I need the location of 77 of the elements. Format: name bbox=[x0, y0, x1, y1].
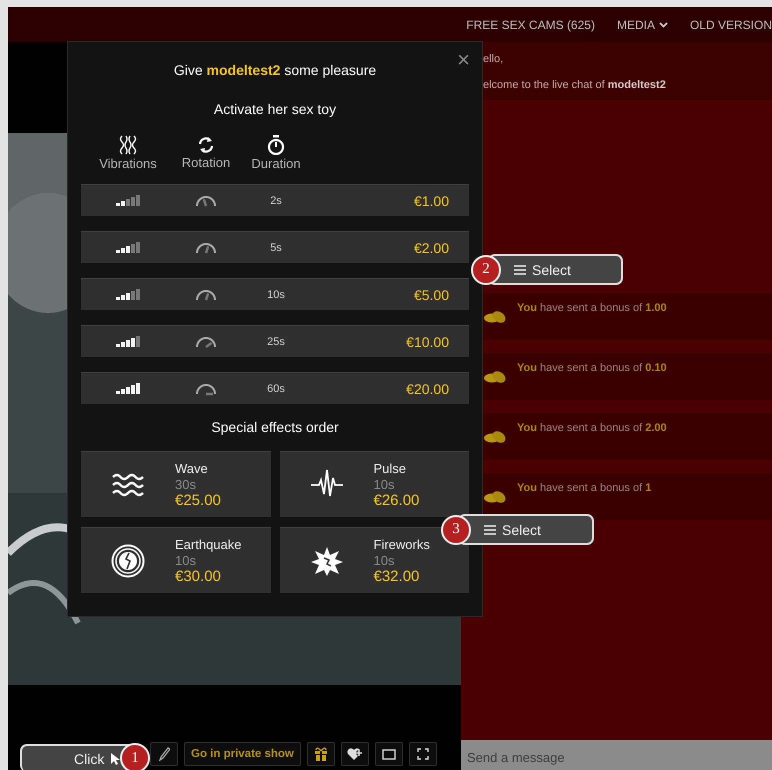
chat-message: You have sent a bonus of 1 bbox=[517, 482, 652, 494]
pen-button[interactable] bbox=[150, 742, 178, 766]
effect-price: €25.00 bbox=[175, 492, 221, 508]
duration-text: 5s bbox=[269, 242, 283, 254]
message-input[interactable]: Send a message bbox=[461, 740, 772, 770]
price-text: €10.00 bbox=[405, 334, 450, 350]
column-header: Vibrations bbox=[99, 156, 157, 171]
price-text: €1.00 bbox=[412, 192, 450, 208]
signal-bars-icon bbox=[116, 288, 140, 300]
effect-duration: 10s bbox=[175, 552, 196, 568]
section-heading: Activate her sex toy bbox=[212, 101, 338, 119]
toy-level-row[interactable]: 2s €1.00 bbox=[81, 184, 469, 216]
effect-price: €26.00 bbox=[374, 492, 420, 508]
nav-link[interactable]: MEDIA bbox=[616, 18, 668, 32]
column-header: Rotation bbox=[182, 155, 230, 170]
effect-name: Pulse bbox=[374, 460, 406, 476]
burst-icon bbox=[310, 546, 344, 576]
effect-card[interactable]: Wave 30s €25.00 bbox=[81, 451, 270, 517]
toy-level-row[interactable]: 25s €10.00 bbox=[81, 325, 469, 357]
price-text: €5.00 bbox=[412, 286, 450, 302]
fullscreen-button[interactable] bbox=[408, 742, 437, 766]
favorite-button[interactable] bbox=[340, 742, 369, 766]
signal-bars-icon bbox=[116, 336, 140, 348]
nav-link[interactable]: OLD VERSION bbox=[690, 18, 772, 32]
waves-icon bbox=[112, 472, 144, 496]
cursor-icon bbox=[110, 752, 120, 766]
effect-name: Fireworks bbox=[374, 536, 430, 552]
signal-bars-icon bbox=[116, 382, 140, 394]
section-heading: Special effects order bbox=[210, 419, 340, 437]
gift-button[interactable] bbox=[306, 742, 335, 766]
heart-plus-icon bbox=[346, 747, 363, 761]
chat-message: You have sent a bonus of 2.00 bbox=[517, 422, 667, 434]
pen-icon bbox=[158, 747, 170, 761]
effect-price: €30.00 bbox=[175, 568, 221, 584]
gauge-icon bbox=[194, 193, 218, 208]
gauge-icon bbox=[194, 240, 218, 255]
effect-card[interactable]: Pulse 10s €26.00 bbox=[280, 451, 469, 517]
private-show-button[interactable]: Go in private show bbox=[184, 742, 301, 766]
effect-name: Earthquake bbox=[175, 536, 242, 552]
chat-message: You have sent a bonus of 1.00 bbox=[517, 302, 667, 314]
signal-bars-icon bbox=[116, 242, 140, 254]
gauge-icon bbox=[194, 381, 218, 396]
duration-text: 60s bbox=[266, 382, 286, 394]
gift-icon bbox=[314, 747, 328, 761]
close-button[interactable]: × bbox=[457, 48, 470, 72]
effect-duration: 30s bbox=[175, 476, 196, 492]
vibration-icon bbox=[117, 135, 139, 155]
stopwatch-icon bbox=[267, 135, 285, 155]
toy-level-row[interactable]: 5s €2.00 bbox=[81, 231, 469, 263]
fullscreen-icon bbox=[416, 748, 429, 760]
toy-level-row[interactable]: 60s €20.00 bbox=[81, 372, 469, 404]
menu-icon bbox=[484, 524, 496, 534]
duration-text: 10s bbox=[266, 288, 286, 300]
effect-card[interactable]: Earthquake 10s €30.00 bbox=[81, 527, 270, 593]
price-text: €20.00 bbox=[405, 380, 450, 396]
column-header: Duration bbox=[251, 156, 301, 171]
nav-link[interactable]: FREE SEX CAMS (625) bbox=[466, 18, 595, 32]
effect-duration: 10s bbox=[374, 476, 394, 492]
signal-bars-icon bbox=[116, 194, 140, 206]
effect-name: Wave bbox=[175, 460, 208, 476]
price-text: €2.00 bbox=[412, 240, 450, 256]
dialog-title: Give modeltest2 some pleasure bbox=[172, 62, 378, 80]
chat-message: You have sent a bonus of 0.10 bbox=[517, 362, 667, 374]
screen-icon bbox=[382, 748, 396, 760]
effect-price: €32.00 bbox=[374, 568, 420, 584]
screen-button[interactable] bbox=[374, 742, 403, 766]
gauge-icon bbox=[194, 287, 218, 302]
menu-icon bbox=[514, 264, 526, 274]
effect-duration: 10s bbox=[374, 552, 394, 568]
toy-level-row[interactable]: 10s €5.00 bbox=[81, 278, 469, 310]
gauge-icon bbox=[194, 334, 218, 349]
chat-message: ello, bbox=[483, 53, 504, 65]
duration-text: 2s bbox=[269, 194, 283, 206]
rotate-icon bbox=[197, 136, 215, 154]
duration-text: 25s bbox=[266, 336, 286, 348]
chat-message: elcome to the live chat of modeltest2 bbox=[483, 79, 667, 91]
crack-circle-icon bbox=[111, 544, 145, 578]
